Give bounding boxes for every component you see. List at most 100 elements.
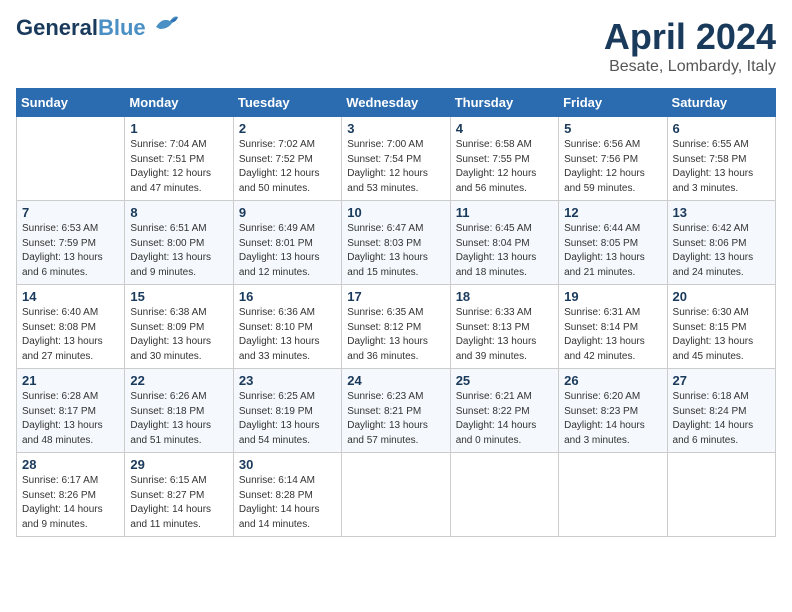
day-info: Sunrise: 7:00 AM Sunset: 7:54 PM Dayligh… (347, 138, 444, 196)
month-title: April 2024 (604, 16, 776, 58)
day-number: 28 (22, 457, 119, 472)
calendar-cell: 16 Sunrise: 6:36 AM Sunset: 8:10 PM Dayli… (233, 285, 341, 369)
day-info: Sunrise: 6:25 AM Sunset: 8:19 PM Dayligh… (239, 390, 336, 448)
day-number: 27 (673, 373, 770, 388)
day-info: Sunrise: 6:23 AM Sunset: 8:21 PM Dayligh… (347, 390, 444, 448)
day-info: Sunrise: 6:26 AM Sunset: 8:18 PM Dayligh… (130, 390, 227, 448)
calendar-cell: 8Sunrise: 6:51 AM Sunset: 8:00 PM Daylig… (125, 201, 233, 285)
calendar-cell: 12Sunrise: 6:44 AM Sunset: 8:05 PM Dayli… (559, 201, 667, 285)
day-info: Sunrise: 6:30 AM Sunset: 8:15 PM Dayligh… (673, 306, 770, 364)
day-number: 29 (130, 457, 227, 472)
day-number: 11 (456, 205, 553, 220)
calendar-cell (667, 453, 775, 537)
calendar-cell: 9 Sunrise: 6:49 AM Sunset: 8:01 PM Daylig… (233, 201, 341, 285)
day-number: 15 (130, 289, 227, 304)
day-info: Sunrise: 6:35 AM Sunset: 8:12 PM Dayligh… (347, 306, 444, 364)
day-info: Sunrise: 6:53 AM Sunset: 7:59 PM Dayligh… (22, 222, 119, 280)
day-number: 19 (564, 289, 661, 304)
calendar-cell: 7Sunrise: 6:53 AM Sunset: 7:59 PM Daylig… (17, 201, 125, 285)
calendar-cell: 17 Sunrise: 6:35 AM Sunset: 8:12 PM Dayli… (342, 285, 450, 369)
day-info: Sunrise: 6:38 AM Sunset: 8:09 PM Dayligh… (130, 306, 227, 364)
calendar-cell: 6 Sunrise: 6:55 AM Sunset: 7:58 PM Daylig… (667, 117, 775, 201)
day-info: Sunrise: 6:49 AM Sunset: 8:01 PM Dayligh… (239, 222, 336, 280)
calendar-cell: 27 Sunrise: 6:18 AM Sunset: 8:24 PM Dayli… (667, 369, 775, 453)
calendar-cell: 22 Sunrise: 6:26 AM Sunset: 8:18 PM Dayli… (125, 369, 233, 453)
day-info: Sunrise: 6:55 AM Sunset: 7:58 PM Dayligh… (673, 138, 770, 196)
calendar-cell: 23 Sunrise: 6:25 AM Sunset: 8:19 PM Dayli… (233, 369, 341, 453)
calendar-cell: 30Sunrise: 6:14 AM Sunset: 8:28 PM Dayli… (233, 453, 341, 537)
day-number: 4 (456, 121, 553, 136)
day-number: 26 (564, 373, 661, 388)
page-header: GeneralBlue April 2024 Besate, Lombardy,… (16, 16, 776, 76)
calendar-cell: 26 Sunrise: 6:20 AM Sunset: 8:23 PM Dayli… (559, 369, 667, 453)
weekday-header: Monday (125, 89, 233, 117)
day-info: Sunrise: 6:42 AM Sunset: 8:06 PM Dayligh… (673, 222, 770, 280)
calendar-cell: 14Sunrise: 6:40 AM Sunset: 8:08 PM Dayli… (17, 285, 125, 369)
day-number: 6 (673, 121, 770, 136)
day-number: 24 (347, 373, 444, 388)
location-subtitle: Besate, Lombardy, Italy (604, 58, 776, 76)
calendar-cell (450, 453, 558, 537)
day-info: Sunrise: 7:04 AM Sunset: 7:51 PM Dayligh… (130, 138, 227, 196)
day-info: Sunrise: 6:47 AM Sunset: 8:03 PM Dayligh… (347, 222, 444, 280)
calendar-cell: 5 Sunrise: 6:56 AM Sunset: 7:56 PM Daylig… (559, 117, 667, 201)
day-number: 18 (456, 289, 553, 304)
weekday-header: Wednesday (342, 89, 450, 117)
day-number: 10 (347, 205, 444, 220)
day-number: 22 (130, 373, 227, 388)
calendar-table: SundayMondayTuesdayWednesdayThursdayFrid… (16, 88, 776, 537)
logo-bird-icon (148, 13, 180, 35)
day-info: Sunrise: 6:20 AM Sunset: 8:23 PM Dayligh… (564, 390, 661, 448)
day-info: Sunrise: 6:40 AM Sunset: 8:08 PM Dayligh… (22, 306, 119, 364)
calendar-cell: 29 Sunrise: 6:15 AM Sunset: 8:27 PM Dayli… (125, 453, 233, 537)
logo-blue: Blue (98, 15, 146, 40)
day-number: 12 (564, 205, 661, 220)
calendar-cell: 2 Sunrise: 7:02 AM Sunset: 7:52 PM Daylig… (233, 117, 341, 201)
calendar-cell: 18 Sunrise: 6:33 AM Sunset: 8:13 PM Dayli… (450, 285, 558, 369)
calendar-cell: 15 Sunrise: 6:38 AM Sunset: 8:09 PM Dayli… (125, 285, 233, 369)
day-info: Sunrise: 6:58 AM Sunset: 7:55 PM Dayligh… (456, 138, 553, 196)
weekday-header: Tuesday (233, 89, 341, 117)
day-number: 3 (347, 121, 444, 136)
day-number: 13 (673, 205, 770, 220)
day-number: 17 (347, 289, 444, 304)
day-number: 16 (239, 289, 336, 304)
day-info: Sunrise: 6:45 AM Sunset: 8:04 PM Dayligh… (456, 222, 553, 280)
weekday-header: Sunday (17, 89, 125, 117)
weekday-header: Friday (559, 89, 667, 117)
calendar-cell: 24 Sunrise: 6:23 AM Sunset: 8:21 PM Dayli… (342, 369, 450, 453)
day-number: 5 (564, 121, 661, 136)
logo-general: General (16, 15, 98, 40)
weekday-header: Thursday (450, 89, 558, 117)
calendar-cell (559, 453, 667, 537)
day-info: Sunrise: 6:21 AM Sunset: 8:22 PM Dayligh… (456, 390, 553, 448)
calendar-cell (17, 117, 125, 201)
calendar-cell: 13 Sunrise: 6:42 AM Sunset: 8:06 PM Dayli… (667, 201, 775, 285)
day-number: 21 (22, 373, 119, 388)
calendar-cell: 11 Sunrise: 6:45 AM Sunset: 8:04 PM Dayli… (450, 201, 558, 285)
calendar-cell (342, 453, 450, 537)
day-info: Sunrise: 6:56 AM Sunset: 7:56 PM Dayligh… (564, 138, 661, 196)
calendar-cell: 21 Sunrise: 6:28 AM Sunset: 8:17 PM Dayli… (17, 369, 125, 453)
day-number: 20 (673, 289, 770, 304)
day-info: Sunrise: 6:36 AM Sunset: 8:10 PM Dayligh… (239, 306, 336, 364)
day-number: 8 (130, 205, 227, 220)
day-info: Sunrise: 6:28 AM Sunset: 8:17 PM Dayligh… (22, 390, 119, 448)
calendar-cell: 20 Sunrise: 6:30 AM Sunset: 8:15 PM Dayli… (667, 285, 775, 369)
calendar-cell: 3 Sunrise: 7:00 AM Sunset: 7:54 PM Daylig… (342, 117, 450, 201)
logo: GeneralBlue (16, 16, 180, 40)
day-info: Sunrise: 6:18 AM Sunset: 8:24 PM Dayligh… (673, 390, 770, 448)
day-number: 1 (130, 121, 227, 136)
day-info: Sunrise: 6:33 AM Sunset: 8:13 PM Dayligh… (456, 306, 553, 364)
day-info: Sunrise: 6:31 AM Sunset: 8:14 PM Dayligh… (564, 306, 661, 364)
title-block: April 2024 Besate, Lombardy, Italy (604, 16, 776, 76)
day-number: 2 (239, 121, 336, 136)
day-info: Sunrise: 7:02 AM Sunset: 7:52 PM Dayligh… (239, 138, 336, 196)
day-info: Sunrise: 6:14 AM Sunset: 8:28 PM Dayligh… (239, 474, 336, 532)
calendar-cell: 25 Sunrise: 6:21 AM Sunset: 8:22 PM Dayli… (450, 369, 558, 453)
day-number: 23 (239, 373, 336, 388)
calendar-cell: 10 Sunrise: 6:47 AM Sunset: 8:03 PM Dayli… (342, 201, 450, 285)
day-number: 25 (456, 373, 553, 388)
day-info: Sunrise: 6:15 AM Sunset: 8:27 PM Dayligh… (130, 474, 227, 532)
day-number: 9 (239, 205, 336, 220)
